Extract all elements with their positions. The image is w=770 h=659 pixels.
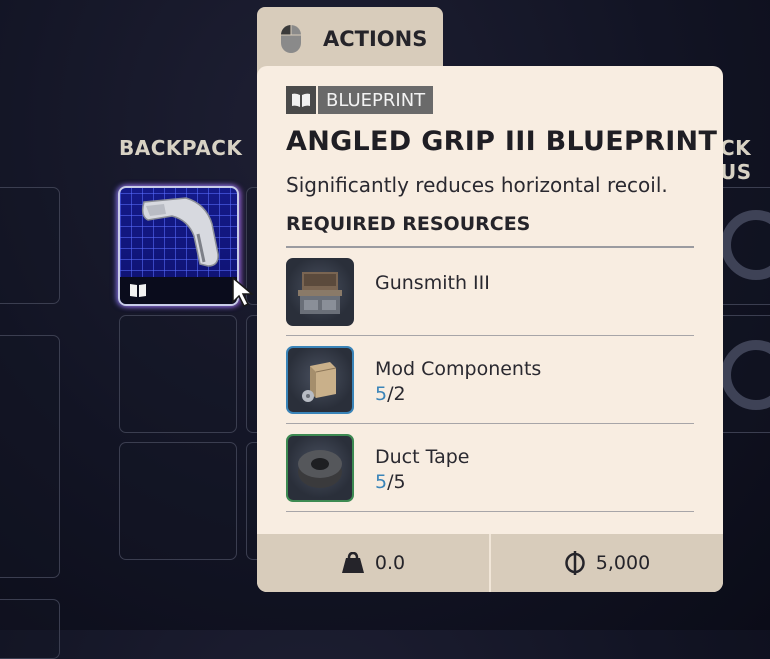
row-divider — [286, 511, 694, 512]
badge-label: BLUEPRINT — [318, 86, 434, 114]
backpack-slot[interactable] — [119, 442, 237, 560]
value-stat: 5,000 — [491, 534, 723, 592]
duct-tape-thumbnail — [286, 434, 354, 502]
weight-value: 0.0 — [374, 552, 406, 574]
blueprint-book-icon — [130, 284, 146, 297]
resource-row-mod-components: Mod Components 5/2 — [286, 336, 694, 424]
currency-icon — [565, 551, 585, 575]
mouse-icon — [281, 25, 301, 53]
backpack-slot[interactable] — [119, 315, 237, 433]
blueprint-badge: BLUEPRINT — [286, 86, 434, 114]
resource-name: Mod Components — [375, 358, 542, 380]
quantity-have: 5 — [375, 383, 388, 405]
resource-quantity: 5/2 — [375, 383, 406, 405]
empty-slot-ring-icon — [721, 340, 770, 410]
workbench-thumbnail — [286, 258, 354, 326]
resource-row-duct-tape: Duct Tape 5/5 — [286, 424, 694, 512]
item-tooltip-card: BLUEPRINT ANGLED GRIP III BLUEPRINT Sign… — [257, 66, 723, 592]
right-section-label: CK US — [720, 136, 752, 184]
mouse-cursor-icon — [232, 276, 255, 308]
quantity-need: 2 — [393, 383, 406, 405]
weight-stat: 0.0 — [257, 534, 489, 592]
quantity-need: 5 — [393, 471, 406, 493]
backpack-item-slot-angled-grip[interactable] — [118, 186, 239, 306]
book-icon — [286, 86, 316, 114]
inventory-slot[interactable] — [0, 335, 60, 578]
actions-label: ACTIONS — [323, 27, 428, 51]
resource-name: Gunsmith III — [375, 272, 490, 294]
tooltip-footer: 0.0 5,000 — [257, 534, 723, 592]
resource-name: Duct Tape — [375, 446, 470, 468]
inventory-slot[interactable] — [0, 187, 60, 304]
weight-icon — [341, 552, 364, 573]
mod-components-thumbnail — [286, 346, 354, 414]
required-resources-header: REQUIRED RESOURCES — [286, 213, 531, 235]
item-title: ANGLED GRIP III BLUEPRINT — [286, 126, 718, 157]
item-footer-bar — [120, 277, 237, 304]
angled-grip-image — [141, 197, 219, 267]
backpack-label: BACKPACK — [119, 136, 243, 160]
inventory-slot[interactable] — [0, 599, 60, 659]
resource-quantity: 5/5 — [375, 471, 406, 493]
resource-row-gunsmith: Gunsmith III — [286, 248, 694, 336]
empty-slot-ring-icon — [721, 210, 770, 280]
quantity-have: 5 — [375, 471, 388, 493]
item-description: Significantly reduces horizontal recoil. — [286, 173, 668, 197]
value-amount: 5,000 — [595, 552, 651, 574]
